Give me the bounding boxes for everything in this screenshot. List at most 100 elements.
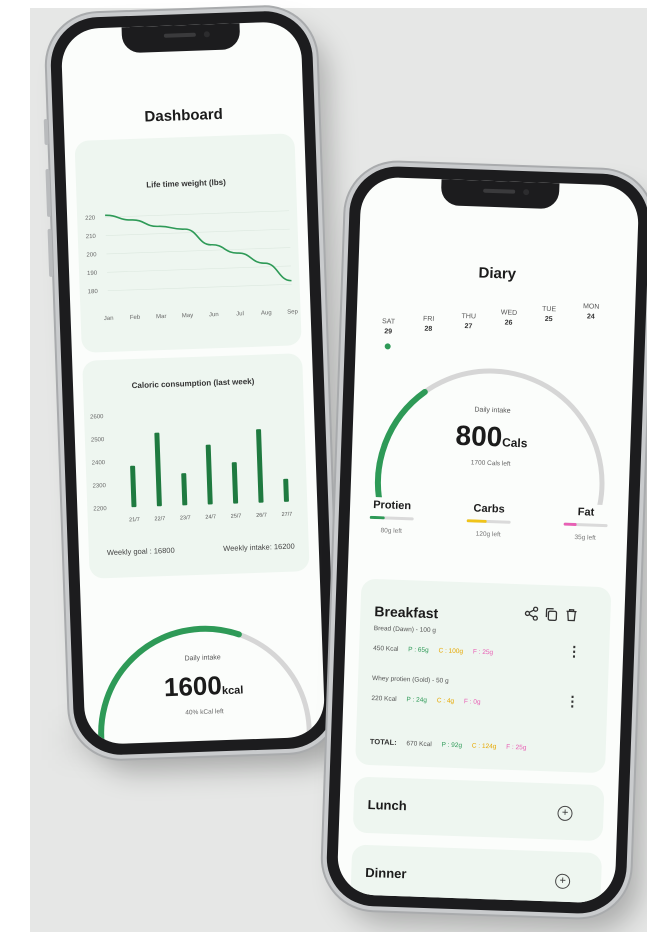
day-mon[interactable]: MON 24 bbox=[577, 302, 606, 323]
x-tick-label: May bbox=[182, 313, 194, 319]
macro-carbs: Carbs 120g left bbox=[458, 502, 519, 539]
notch bbox=[121, 23, 241, 54]
macro-name: Carbs bbox=[473, 502, 505, 516]
food-item-name: Bread (Dawn) - 100 g bbox=[373, 625, 437, 635]
calorie-bar bbox=[205, 444, 213, 505]
lunch-card[interactable]: Lunch + bbox=[352, 776, 605, 842]
macro-bar-fill bbox=[563, 522, 577, 527]
add-lunch-icon[interactable]: + bbox=[557, 805, 573, 822]
y-tick-label: 2600 bbox=[90, 414, 104, 420]
x-tick-label: Feb bbox=[130, 315, 141, 321]
protein: P : 24g bbox=[406, 696, 428, 704]
day-fri[interactable]: FRI 28 bbox=[414, 314, 443, 335]
calorie-bar bbox=[130, 465, 137, 508]
gauge-number: 1600 bbox=[163, 670, 223, 703]
macro-protein: Protien 80g left bbox=[361, 499, 422, 536]
day-wed[interactable]: WED 26 bbox=[494, 308, 523, 329]
calorie-bar bbox=[231, 462, 239, 504]
share-icon[interactable] bbox=[524, 606, 539, 621]
x-tick-label: Jun bbox=[209, 312, 219, 318]
macro-bar bbox=[563, 522, 608, 528]
notch bbox=[440, 179, 560, 210]
trash-icon[interactable] bbox=[564, 608, 578, 622]
weight-chart-card: Life time weight (lbs) 220 210 200 190 180 Ja… bbox=[74, 133, 302, 353]
y-tick-label: 220 bbox=[85, 215, 96, 221]
macro-bar-fill bbox=[466, 519, 487, 523]
carbs: C : 4g bbox=[436, 697, 455, 705]
calorie-bar bbox=[154, 432, 162, 507]
y-tick-label: 2400 bbox=[92, 460, 106, 466]
y-tick-label: 210 bbox=[86, 234, 97, 240]
y-tick-label: 180 bbox=[88, 289, 99, 295]
calorie-bar bbox=[283, 478, 289, 502]
day-number: 28 bbox=[424, 325, 433, 333]
total-label: TOTAL: bbox=[369, 737, 397, 747]
grid-line bbox=[105, 210, 290, 218]
fat: F : 25g bbox=[506, 743, 527, 752]
diary-phone: Diary SAT 29 FRI 28 THU 27 WED 26 TUE 25 MON 24 Dai… bbox=[325, 164, 647, 916]
food-item-macros: 220 Kcal P : 24g C : 4g F : 0g bbox=[371, 695, 488, 706]
weight-chart: 220 210 200 190 180 Jan Feb Mar May Jun Jul Aug Sep bbox=[85, 210, 299, 322]
x-tick-label: Aug bbox=[261, 310, 272, 316]
kcal: 670 Kcal bbox=[406, 740, 432, 749]
y-tick-label: 2300 bbox=[92, 483, 106, 489]
y-tick-label: 190 bbox=[87, 271, 98, 277]
day-number: 25 bbox=[544, 315, 553, 324]
day-number: 29 bbox=[384, 328, 393, 336]
gauge-number: 800 bbox=[455, 419, 503, 453]
copy-icon[interactable] bbox=[544, 607, 558, 622]
grid-line bbox=[105, 228, 290, 236]
protein: P : 65g bbox=[408, 646, 429, 654]
x-tick-label: 25/7 bbox=[231, 513, 242, 519]
carbs: C : 124g bbox=[471, 742, 497, 751]
dinner-card[interactable]: Dinner + bbox=[350, 844, 603, 904]
calorie-bar bbox=[181, 473, 188, 506]
grid-line bbox=[107, 265, 291, 273]
day-number: 24 bbox=[586, 313, 595, 321]
gauge-unit: kcal bbox=[221, 684, 244, 698]
macro-name: Protien bbox=[372, 498, 412, 513]
breakfast-total: TOTAL: 670 Kcal P : 92g C : 124g F : 25g bbox=[370, 737, 535, 752]
page-title: Dashboard bbox=[144, 105, 224, 126]
macro-left: 35g left bbox=[574, 534, 596, 542]
item-menu-icon[interactable]: ⋮ bbox=[567, 643, 582, 659]
macro-left: 120g left bbox=[475, 530, 501, 539]
food-item-name: Whey protien (Gold) - 50 g bbox=[371, 675, 449, 685]
calorie-bar bbox=[256, 429, 264, 503]
x-tick-label: 26/7 bbox=[256, 513, 267, 519]
diary-screen: Diary SAT 29 FRI 28 THU 27 WED 26 TUE 25 MON 24 Dai… bbox=[336, 176, 640, 904]
macro-bar-fill bbox=[369, 515, 386, 520]
day-tue[interactable]: TUE 25 bbox=[535, 305, 564, 326]
x-tick-label: Jan bbox=[104, 316, 114, 322]
day-number: 27 bbox=[464, 323, 473, 331]
dashboard-screen: Dashboard Life time weight (lbs) 220 210 2… bbox=[60, 21, 326, 745]
protein: P : 92g bbox=[441, 741, 463, 750]
macro-bar bbox=[369, 515, 414, 521]
breakfast-title: Breakfast bbox=[374, 603, 439, 622]
fat: F : 0g bbox=[463, 698, 481, 706]
x-tick-label: Mar bbox=[156, 314, 167, 320]
page-title: Diary bbox=[478, 264, 517, 283]
mute-switch bbox=[43, 118, 49, 146]
macro-fat: Fat 35g left bbox=[555, 505, 616, 542]
y-tick-label: 2500 bbox=[91, 437, 105, 443]
weight-series-line bbox=[105, 214, 292, 282]
x-tick-label: 22/7 bbox=[154, 516, 165, 522]
lunch-title: Lunch bbox=[367, 796, 407, 814]
carbs: C : 100g bbox=[438, 647, 464, 656]
macro-bar bbox=[466, 519, 511, 524]
day-number: 26 bbox=[504, 319, 513, 327]
x-tick-label: Jul bbox=[236, 311, 244, 317]
x-tick-label: Sep bbox=[287, 309, 299, 315]
calorie-chart-card: Caloric consumption (last week) 2600 2500… bbox=[82, 353, 310, 579]
x-tick-label: 23/7 bbox=[180, 515, 191, 521]
x-tick-label: 24/7 bbox=[205, 514, 216, 520]
day-sat[interactable]: SAT 29 bbox=[374, 317, 403, 338]
dashboard-phone: Dashboard Life time weight (lbs) 220 210 2… bbox=[43, 9, 337, 757]
breakfast-card: Breakfast Bread (Dawn) - 100 g 450 Kcal bbox=[355, 578, 612, 774]
item-menu-icon[interactable]: ⋮ bbox=[565, 693, 580, 709]
grid-line bbox=[106, 247, 291, 255]
day-thu[interactable]: THU 27 bbox=[454, 312, 483, 333]
add-dinner-icon[interactable]: + bbox=[554, 873, 571, 890]
dinner-title: Dinner bbox=[365, 864, 407, 882]
